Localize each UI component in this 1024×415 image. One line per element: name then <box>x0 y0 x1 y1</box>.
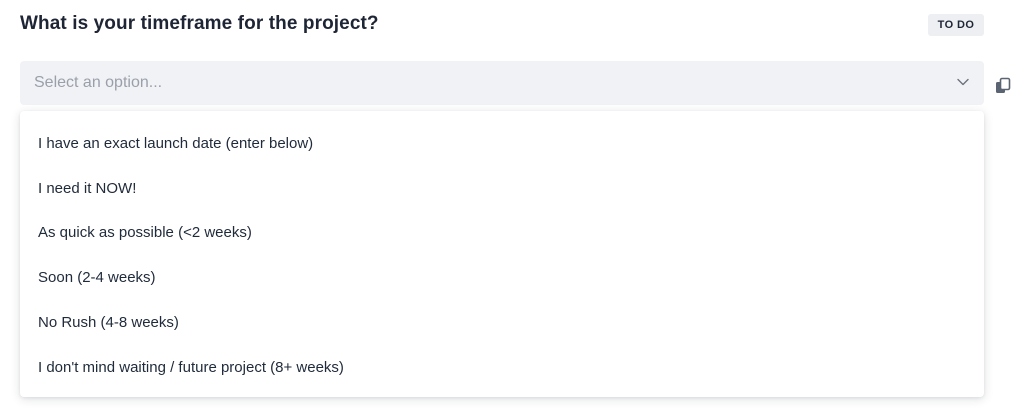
select-placeholder: Select an option... <box>34 74 163 91</box>
chevron-down-icon[interactable] <box>956 75 970 89</box>
status-badge: TO DO <box>928 14 984 36</box>
question-title: What is your timeframe for the project? <box>20 13 379 34</box>
option-future-project[interactable]: I don't mind waiting / future project (8… <box>20 345 984 390</box>
timeframe-select[interactable]: Select an option... <box>20 61 984 105</box>
option-quick-as-possible[interactable]: As quick as possible (<2 weeks) <box>20 211 984 256</box>
option-exact-launch-date[interactable]: I have an exact launch date (enter below… <box>20 121 984 166</box>
option-no-rush[interactable]: No Rush (4-8 weeks) <box>20 300 984 345</box>
options-dropdown: I have an exact launch date (enter below… <box>20 111 984 397</box>
option-soon[interactable]: Soon (2-4 weeks) <box>20 255 984 300</box>
copy-icon[interactable] <box>994 77 1012 95</box>
option-need-it-now[interactable]: I need it NOW! <box>20 166 984 211</box>
